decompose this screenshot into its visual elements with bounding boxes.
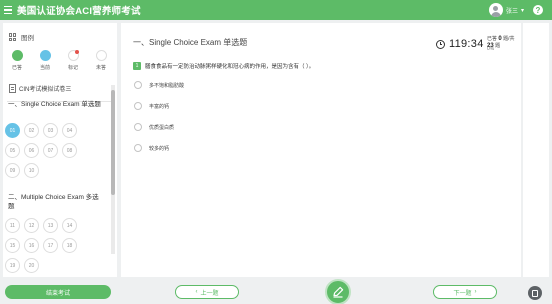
finish-exam-button[interactable]: 结束考试: [5, 285, 111, 299]
timer-value: 119:34: [449, 38, 484, 50]
legend-label: 未答: [95, 65, 106, 71]
legend-title: 图例: [9, 32, 34, 42]
unanswered-dot-icon: [95, 50, 107, 61]
exam-name: CIN考试模拟试卷三: [9, 84, 109, 93]
progress-percent: 0%: [487, 46, 495, 52]
question-number-03[interactable]: 03: [43, 123, 58, 138]
legend-answered: 已答: [7, 50, 27, 71]
right-panel: [523, 23, 549, 277]
app-header: 美国认证协会ACI营养师考试 张三 ▾ ?: [0, 0, 552, 20]
main-section-title: 一、Single Choice Exam 单选题: [133, 38, 248, 47]
progress-sep: 题/共: [503, 36, 515, 42]
pencil-icon: [333, 286, 344, 298]
user-name: 张三: [505, 8, 518, 15]
question-number-12[interactable]: 12: [24, 218, 39, 233]
option-c[interactable]: 优质蛋白质: [134, 123, 174, 131]
answer-sheet-button[interactable]: [325, 279, 351, 304]
radio-button[interactable]: [134, 81, 142, 89]
menu-icon[interactable]: [0, 0, 14, 20]
question-number-09[interactable]: 09: [5, 163, 20, 178]
question-panel: 一、Single Choice Exam 单选题 119:34 已答 0 题/共…: [121, 23, 521, 277]
option-d[interactable]: 较多的钙: [134, 144, 169, 152]
question-grid-single: 01 02 03 04 05 06 07 08 09 10: [5, 123, 105, 178]
grid-icon: [9, 33, 17, 41]
question-number-14[interactable]: 14: [62, 218, 77, 233]
chevron-down-icon: ▾: [520, 7, 524, 14]
sidebar-scroll-thumb[interactable]: [111, 90, 115, 195]
option-b[interactable]: 丰富的钙: [134, 102, 169, 110]
current-dot-icon: [39, 50, 51, 61]
next-label: 下一题: [453, 290, 472, 297]
answered-dot-icon: [11, 50, 23, 61]
calculator-icon[interactable]: [528, 286, 542, 300]
question-number-17[interactable]: 17: [43, 238, 58, 253]
option-text: 较多的钙: [149, 145, 170, 152]
radio-button[interactable]: [134, 123, 142, 131]
legend-title-text: 图例: [21, 35, 34, 42]
help-icon[interactable]: ?: [533, 5, 543, 15]
question-number-15[interactable]: 15: [5, 238, 20, 253]
progress-suffix: 题: [495, 43, 501, 49]
user-menu[interactable]: 张三 ▾: [488, 3, 524, 17]
question-number-05[interactable]: 05: [5, 143, 20, 158]
option-text: 优质蛋白质: [149, 124, 175, 131]
next-question-button[interactable]: 下一题 ›: [433, 285, 497, 299]
chevron-left-icon: ‹: [195, 289, 198, 295]
legend-unanswered: 未答: [91, 50, 111, 71]
app-title: 美国认证协会ACI营养师考试: [17, 6, 141, 17]
section-title-multiple: 二、Multiple Choice Exam 多选题: [8, 194, 99, 210]
prev-question-button[interactable]: ‹ 上一题: [175, 285, 239, 299]
document-icon: [9, 84, 16, 93]
legend-label: 标记: [67, 65, 78, 71]
question-number-20[interactable]: 20: [24, 258, 39, 273]
option-text: 丰富的钙: [149, 103, 170, 110]
question-number-badge: 1: [133, 62, 141, 70]
question-number-06[interactable]: 06: [24, 143, 39, 158]
question-number-18[interactable]: 18: [62, 238, 77, 253]
question-number-01[interactable]: 01: [5, 123, 20, 138]
question-number-10[interactable]: 10: [24, 163, 39, 178]
question-number-19[interactable]: 19: [5, 258, 20, 273]
clock-icon: [436, 39, 445, 49]
question-grid-multiple: 11 12 13 14 15 16 17 18 19 20: [5, 218, 105, 273]
prev-label: 上一题: [200, 290, 219, 297]
answered-count: 0: [498, 36, 502, 42]
legend: 已答 当前 标记 未答: [7, 50, 111, 71]
question-text: 膳食食品有一定防治动脉粥样硬化和冠心病的作用，是因为含有（ ）。: [145, 64, 315, 70]
question-number-08[interactable]: 08: [62, 143, 77, 158]
timer: 119:34: [436, 38, 484, 50]
marked-dot-icon: [67, 50, 79, 61]
exam-name-text: CIN考试模拟试卷三: [19, 87, 72, 93]
avatar: [488, 3, 503, 17]
question-number-04[interactable]: 04: [62, 123, 77, 138]
option-text: 多不饱和脂肪酸: [149, 82, 185, 89]
progress-prefix: 已答: [487, 36, 498, 42]
radio-button[interactable]: [134, 144, 142, 152]
legend-label: 已答: [11, 65, 22, 71]
question-number-02[interactable]: 02: [24, 123, 39, 138]
question-number-16[interactable]: 16: [24, 238, 39, 253]
radio-button[interactable]: [134, 102, 142, 110]
question-number-13[interactable]: 13: [43, 218, 58, 233]
question-number-07[interactable]: 07: [43, 143, 58, 158]
question-number-11[interactable]: 11: [5, 218, 20, 233]
chevron-right-icon: ›: [474, 289, 477, 295]
question-stem: 1 膳食食品有一定防治动脉粥样硬化和冠心病的作用，是因为含有（ ）。: [133, 62, 314, 70]
section-title-single: 一、Single Choice Exam 单选题: [8, 101, 101, 108]
legend-marked: 标记: [63, 50, 83, 71]
legend-label: 当前: [39, 65, 50, 71]
option-a[interactable]: 多不饱和脂肪酸: [134, 81, 184, 89]
legend-current: 当前: [35, 50, 55, 71]
